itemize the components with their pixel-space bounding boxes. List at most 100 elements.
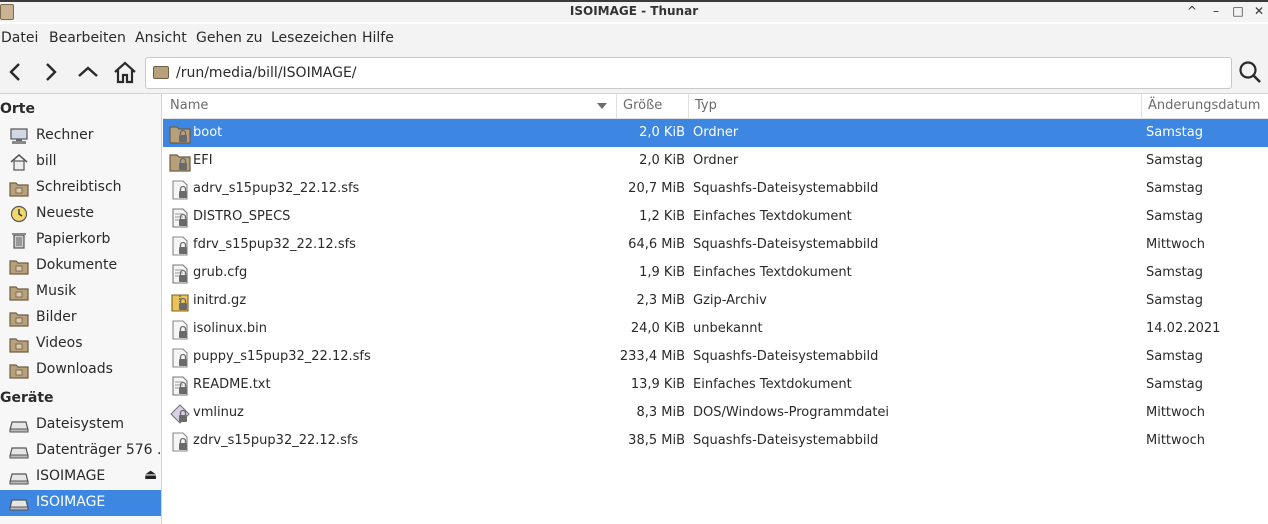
maximize-icon[interactable]: □: [1229, 3, 1247, 19]
pictures-folder-icon: [9, 309, 29, 327]
file-row[interactable]: vmlinuz 8,3 MiB DOS/Windows-Programmdatei M…: [163, 399, 1268, 427]
file-row[interactable]: puppy_s15pup32_22.12.sfs 233,4 MiB Squashf…: [163, 343, 1268, 371]
folder-icon: [169, 124, 191, 144]
eject-icon[interactable]: ⏏: [144, 467, 157, 483]
menu-datei[interactable]: Datei: [1, 30, 38, 46]
file-list: Name Größe Typ Änderungsdatum boot 2,0 Ki…: [163, 94, 1268, 524]
search-icon[interactable]: [1236, 58, 1264, 86]
file-row[interactable]: DISTRO_SPECS 1,2 KiB Einfaches Textdokumen…: [163, 203, 1268, 231]
sidebar-item-label: Videos: [36, 335, 83, 351]
file-size: 2,0 KiB: [639, 153, 685, 168]
file-name: zdrv_s15pup32_22.12.sfs: [193, 433, 359, 448]
file-size: 13,9 KiB: [630, 377, 685, 392]
sidebar-item-dokumente[interactable]: Dokumente: [0, 253, 161, 279]
column-separator[interactable]: [688, 94, 689, 119]
sidebar-item-neueste[interactable]: Neueste: [0, 201, 161, 227]
home-icon: [9, 153, 29, 171]
up-icon[interactable]: [74, 58, 102, 86]
sidebar-item-musik[interactable]: Musik: [0, 279, 161, 305]
menu-ansicht[interactable]: Ansicht: [135, 30, 187, 46]
file-size: 2,3 MiB: [636, 293, 685, 308]
menu-lesezeichen[interactable]: Lesezeichen: [271, 30, 357, 46]
file-row[interactable]: EFI 2,0 KiB Ordner Samstag: [163, 147, 1268, 175]
sidebar-item-dateisystem[interactable]: Dateisystem: [0, 412, 161, 438]
file-date: Mittwoch: [1146, 237, 1205, 252]
sidebar-item-label: ISOIMAGE: [36, 494, 106, 510]
file-row[interactable]: grub.cfg 1,9 KiB Einfaches Textdokument Sam…: [163, 259, 1268, 287]
file-name: fdrv_s15pup32_22.12.sfs: [193, 237, 356, 252]
file-size: 24,0 KiB: [630, 321, 685, 336]
file-date: Samstag: [1146, 153, 1203, 168]
devices-header: Geräte: [0, 390, 54, 406]
sidebar-item-isoimage[interactable]: ISOIMAGE ⏏: [0, 464, 161, 490]
file-size: 8,3 MiB: [636, 405, 685, 420]
text-file-icon: [169, 264, 191, 284]
file-row[interactable]: zdrv_s15pup32_22.12.sfs 38,5 MiB Squashfs-…: [163, 427, 1268, 455]
window-title: ISOIMAGE - Thunar: [569, 4, 699, 18]
file-size: 1,9 KiB: [639, 265, 685, 280]
column-type[interactable]: Typ: [695, 98, 717, 113]
drive-icon: [9, 416, 29, 434]
file-type: Gzip-Archiv: [693, 293, 767, 308]
text-file-icon: [169, 376, 191, 396]
minimize-icon[interactable]: –: [1207, 3, 1225, 19]
computer-icon: [9, 127, 29, 145]
column-date[interactable]: Änderungsdatum: [1148, 98, 1260, 113]
menu-gehen-zu[interactable]: Gehen zu: [196, 30, 263, 46]
downloads-folder-icon: [9, 361, 29, 379]
file-date: Samstag: [1146, 181, 1203, 196]
sidebar-item-datentr-ger-576[interactable]: Datenträger 576 ...: [0, 438, 161, 464]
home-icon[interactable]: [111, 58, 139, 86]
sidebar-item-papierkorb[interactable]: Papierkorb: [0, 227, 161, 253]
file-type: Einfaches Textdokument: [693, 377, 852, 392]
file-name: puppy_s15pup32_22.12.sfs: [193, 349, 371, 364]
column-separator[interactable]: [1141, 94, 1142, 119]
column-size[interactable]: Größe: [623, 98, 662, 113]
sidebar-item-bilder[interactable]: Bilder: [0, 305, 161, 331]
menu-bar: Datei Bearbeiten Ansicht Gehen zu Leseze…: [0, 24, 1268, 52]
file-row[interactable]: initrd.gz 2,3 MiB Gzip-Archiv Samstag: [163, 287, 1268, 315]
file-size: 233,4 MiB: [619, 349, 685, 364]
file-row[interactable]: isolinux.bin 24,0 KiB unbekannt 14.02.2021: [163, 315, 1268, 343]
file-row[interactable]: adrv_s15pup32_22.12.sfs 20,7 MiB Squashfs-…: [163, 175, 1268, 203]
sidebar-item-label: Downloads: [36, 361, 113, 377]
column-separator[interactable]: [616, 94, 617, 119]
sidebar-item-schreibtisch[interactable]: Schreibtisch: [0, 175, 161, 201]
title-bar: ISOIMAGE - Thunar ^ – □ ✕: [0, 0, 1268, 22]
blank-file-icon: [169, 320, 191, 340]
file-row[interactable]: boot 2,0 KiB Ordner Samstag: [163, 119, 1268, 147]
sidebar-item-rechner[interactable]: Rechner: [0, 123, 161, 149]
file-row[interactable]: README.txt 13,9 KiB Einfaches Textdokument…: [163, 371, 1268, 399]
videos-folder-icon: [9, 335, 29, 353]
location-path[interactable]: /run/media/bill/ISOIMAGE/: [176, 65, 357, 81]
file-size: 38,5 MiB: [628, 433, 685, 448]
blank-file-icon: [169, 432, 191, 452]
sidebar-item-videos[interactable]: Videos: [0, 331, 161, 357]
file-type: Squashfs-Dateisystemabbild: [693, 181, 879, 196]
blank-file-icon: [169, 348, 191, 368]
file-row[interactable]: fdrv_s15pup32_22.12.sfs 64,6 MiB Squashfs-…: [163, 231, 1268, 259]
file-date: Mittwoch: [1146, 405, 1205, 420]
sort-descending-icon: [597, 103, 607, 109]
sidebar-item-downloads[interactable]: Downloads: [0, 357, 161, 383]
trash-icon: [9, 231, 29, 249]
file-type: Einfaches Textdokument: [693, 209, 852, 224]
sidebar-item-bill[interactable]: bill: [0, 149, 161, 175]
toolbar: /run/media/bill/ISOIMAGE/: [0, 52, 1268, 94]
close-icon[interactable]: ✕: [1250, 3, 1268, 19]
column-name[interactable]: Name: [170, 98, 208, 113]
text-file-icon: [169, 208, 191, 228]
menu-hilfe[interactable]: Hilfe: [362, 30, 394, 46]
sidebar-item-isoimage[interactable]: ISOIMAGE: [0, 490, 161, 516]
file-name: isolinux.bin: [193, 321, 267, 336]
back-icon[interactable]: [1, 58, 29, 86]
location-bar[interactable]: /run/media/bill/ISOIMAGE/: [145, 57, 1232, 89]
forward-icon[interactable]: [37, 58, 65, 86]
menu-bearbeiten[interactable]: Bearbeiten: [49, 30, 126, 46]
sidebar-item-label: Schreibtisch: [36, 179, 122, 195]
window-shade-icon[interactable]: ^: [1183, 3, 1201, 19]
file-date: Mittwoch: [1146, 433, 1205, 448]
music-folder-icon: [9, 283, 29, 301]
file-type: Squashfs-Dateisystemabbild: [693, 237, 879, 252]
exec-file-icon: [169, 404, 191, 424]
